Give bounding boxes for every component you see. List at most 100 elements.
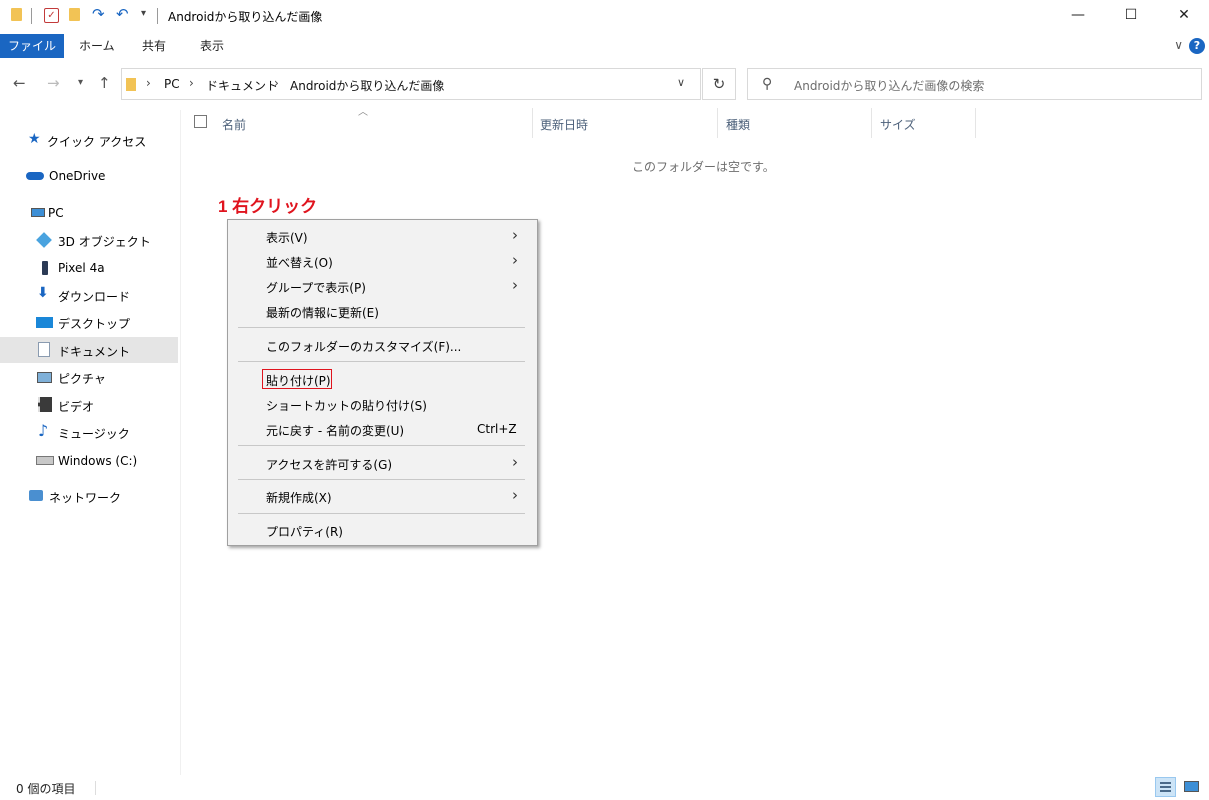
quick-access-dropdown-icon[interactable]: ▾ xyxy=(141,8,146,19)
address-bar[interactable]: › PC › ドキュメント › Androidから取り込んだ画像 ∨ xyxy=(121,68,701,100)
sidebar-item-label: OneDrive xyxy=(49,169,106,183)
new-folder-icon[interactable] xyxy=(69,8,80,21)
select-all-checkbox[interactable] xyxy=(194,115,207,128)
menu-item-label: ショートカットの貼り付け(S) xyxy=(266,399,427,413)
menu-item-group[interactable]: グループで表示(P) › xyxy=(228,274,537,298)
sidebar-item-label: ミュージック xyxy=(58,427,130,441)
menu-item-label: 並べ替え(O) xyxy=(266,256,333,270)
tab-view[interactable]: 表示 xyxy=(192,34,232,58)
menu-item-sort[interactable]: 並べ替え(O) › xyxy=(228,249,537,273)
breadcrumb-current[interactable]: Androidから取り込んだ画像 xyxy=(290,77,444,94)
sidebar-item-pixel-4a[interactable]: Pixel 4a xyxy=(0,255,178,281)
film-icon xyxy=(38,397,52,412)
document-icon xyxy=(38,342,50,357)
maximize-button[interactable]: ☐ xyxy=(1104,0,1158,32)
menu-item-refresh[interactable]: 最新の情報に更新(E) xyxy=(228,299,537,323)
close-button[interactable]: ✕ xyxy=(1157,0,1209,32)
sidebar-item-music[interactable]: ♪ ミュージック xyxy=(0,419,178,445)
sidebar-item-label: ネットワーク xyxy=(49,491,122,505)
menu-item-customize[interactable]: このフォルダーのカスタマイズ(F)... xyxy=(228,333,537,357)
sidebar-item-label: ビデオ xyxy=(58,400,95,414)
column-header-name[interactable]: 名前 xyxy=(222,116,246,133)
tab-share[interactable]: 共有 xyxy=(134,34,174,58)
menu-item-label: グループで表示(P) xyxy=(266,281,366,295)
column-divider[interactable] xyxy=(717,108,718,138)
help-icon[interactable]: ? xyxy=(1189,38,1205,54)
menu-item-label: 表示(V) xyxy=(266,231,308,245)
sidebar-item-pc[interactable]: PC xyxy=(0,200,178,226)
search-input[interactable]: ⚲ Androidから取り込んだ画像の検索 xyxy=(747,68,1202,100)
chevron-right-icon: › xyxy=(512,486,518,504)
column-divider[interactable] xyxy=(975,108,976,138)
sidebar-item-pictures[interactable]: ピクチャ xyxy=(0,364,178,390)
window-title: Androidから取り込んだ画像 xyxy=(168,10,323,24)
sidebar-item-downloads[interactable]: ⬇ ダウンロード xyxy=(0,282,178,308)
menu-separator xyxy=(238,361,525,362)
back-arrow-icon[interactable]: ← xyxy=(13,74,26,92)
redo-icon[interactable]: ↷ xyxy=(92,5,105,23)
properties-icon[interactable]: ✓ xyxy=(44,8,59,23)
sidebar-item-windows-c[interactable]: Windows (C:) xyxy=(0,448,178,474)
chevron-right-icon[interactable]: › xyxy=(189,76,194,90)
recent-locations-icon[interactable]: ▾ xyxy=(78,77,83,88)
breadcrumb-documents[interactable]: ドキュメント xyxy=(206,77,278,94)
sidebar-item-label: Windows (C:) xyxy=(58,454,138,468)
menu-item-give-access[interactable]: アクセスを許可する(G) › xyxy=(228,451,537,475)
column-divider[interactable] xyxy=(871,108,872,138)
breadcrumb-pc[interactable]: PC xyxy=(164,77,180,91)
menu-item-paste[interactable]: 貼り付け(P) xyxy=(228,367,537,391)
chevron-right-icon[interactable]: › xyxy=(274,76,279,90)
menu-item-view[interactable]: 表示(V) › xyxy=(228,224,537,248)
sidebar-item-network[interactable]: ネットワーク xyxy=(0,483,178,509)
folder-icon xyxy=(11,8,22,21)
drive-icon xyxy=(36,456,54,465)
minimize-button[interactable]: — xyxy=(1051,0,1105,32)
chevron-right-icon[interactable]: › xyxy=(146,76,151,90)
search-icon: ⚲ xyxy=(762,76,773,92)
column-header-modified[interactable]: 更新日時 xyxy=(540,116,588,133)
search-placeholder: Androidから取り込んだ画像の検索 xyxy=(794,79,985,93)
sidebar-item-label: PC xyxy=(48,206,64,220)
empty-folder-message: このフォルダーは空です。 xyxy=(632,160,775,174)
computer-icon xyxy=(31,208,45,217)
chevron-right-icon: › xyxy=(512,453,518,471)
menu-item-properties[interactable]: プロパティ(R) xyxy=(228,518,537,542)
expand-ribbon-icon[interactable]: ∨ xyxy=(1174,38,1183,52)
column-divider[interactable] xyxy=(532,108,533,138)
up-arrow-icon[interactable]: ↑ xyxy=(98,74,111,92)
chevron-right-icon: › xyxy=(512,276,518,294)
refresh-button[interactable]: ↻ xyxy=(702,68,736,100)
details-view-icon[interactable] xyxy=(1155,777,1176,797)
pictures-icon xyxy=(37,372,52,383)
sidebar-item-onedrive[interactable]: OneDrive xyxy=(0,163,178,189)
download-arrow-icon: ⬇ xyxy=(37,285,49,301)
menu-separator xyxy=(238,479,525,480)
forward-arrow-icon[interactable]: → xyxy=(47,74,60,92)
menu-item-undo[interactable]: 元に戻す - 名前の変更(U) Ctrl+Z xyxy=(228,417,537,441)
menu-item-label: アクセスを許可する(G) xyxy=(266,458,393,472)
tab-file[interactable]: ファイル xyxy=(0,34,65,58)
undo-icon[interactable]: ↶ xyxy=(116,5,129,23)
divider xyxy=(31,8,32,24)
menu-item-label: 貼り付け(P) xyxy=(266,374,331,388)
sidebar-item-quick-access[interactable]: ★ クイック アクセス xyxy=(0,127,178,153)
sidebar-item-label: Pixel 4a xyxy=(58,261,105,275)
menu-item-label: このフォルダーのカスタマイズ(F)... xyxy=(266,340,462,354)
menu-item-new[interactable]: 新規作成(X) › xyxy=(228,484,537,508)
large-icons-view-icon[interactable] xyxy=(1181,777,1202,797)
sidebar-item-desktop[interactable]: デスクトップ xyxy=(0,309,178,335)
sidebar-item-videos[interactable]: ビデオ xyxy=(0,392,178,418)
network-icon xyxy=(29,490,43,501)
tab-home[interactable]: ホーム xyxy=(71,34,123,58)
menu-item-paste-shortcut[interactable]: ショートカットの貼り付け(S) xyxy=(228,392,537,416)
desktop-icon xyxy=(36,317,53,328)
column-header-size[interactable]: サイズ xyxy=(880,116,916,133)
status-item-count: 0 個の項目 xyxy=(16,782,76,796)
sidebar-item-label: ダウンロード xyxy=(58,290,131,304)
star-icon: ★ xyxy=(28,131,41,147)
column-header-type[interactable]: 種類 xyxy=(726,116,750,133)
sidebar-item-documents[interactable]: ドキュメント xyxy=(0,337,178,363)
chevron-down-icon[interactable]: ∨ xyxy=(677,76,685,89)
sidebar-item-3d-objects[interactable]: 3D オブジェクト xyxy=(0,227,178,253)
sort-ascending-icon: ︿ xyxy=(358,107,368,118)
